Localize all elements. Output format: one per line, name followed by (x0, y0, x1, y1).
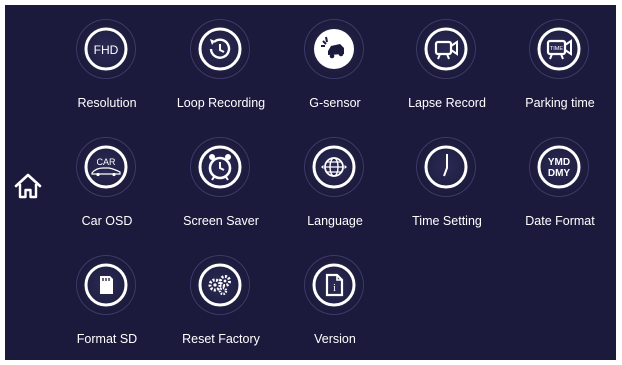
car-icon-text: CAR (96, 157, 116, 167)
menu-item-g-sensor[interactable]: G-sensor (280, 19, 390, 119)
menu-item-label: Reset Factory (182, 332, 260, 346)
language-icon-ring (304, 137, 364, 197)
menu-item-version[interactable]: i Version (280, 255, 390, 355)
car-osd-icon: CAR (84, 145, 128, 189)
reset-factory-icon-ring (190, 255, 250, 315)
menu-item-label: Car OSD (81, 214, 133, 228)
menu-item-lapse-record[interactable]: Lapse Record (392, 19, 502, 119)
g-sensor-car-crash-icon (314, 29, 354, 69)
gears-icon (198, 263, 242, 307)
time-icon-text: TIME (550, 46, 563, 52)
menu-item-label: Screen Saver (183, 214, 259, 228)
version-document-icon: i (312, 263, 356, 307)
clock-icon (424, 145, 468, 189)
ymd-icon-text: YMD (548, 157, 570, 168)
fhd-icon-text: FHD (94, 43, 119, 57)
parking-time-icon-ring: TIME (529, 19, 589, 79)
menu-item-language[interactable]: Language (280, 137, 390, 237)
lapse-record-icon-ring (416, 19, 476, 79)
menu-item-label: Resolution (77, 96, 137, 110)
alarm-clock-icon (198, 145, 242, 189)
date-format-icon: YMD DMY (537, 145, 581, 189)
menu-item-label: Lapse Record (408, 96, 486, 110)
loop-recording-icon (198, 27, 242, 71)
g-sensor-icon-ring (304, 19, 364, 79)
lapse-record-camera-icon (424, 27, 468, 71)
time-setting-icon-ring (416, 137, 476, 197)
format-sd-icon-ring (76, 255, 136, 315)
date-format-icon-ring: YMD DMY (529, 137, 589, 197)
screen-saver-icon-ring (190, 137, 250, 197)
settings-screen: FHD Resolution Loop Recording G-sensor L… (5, 5, 616, 360)
menu-item-reset-factory[interactable]: Reset Factory (166, 255, 276, 355)
menu-item-time-setting[interactable]: Time Setting (392, 137, 502, 237)
menu-item-label: Loop Recording (176, 96, 266, 110)
menu-item-loop-recording[interactable]: Loop Recording (166, 19, 276, 119)
fhd-icon: FHD (84, 27, 128, 71)
menu-item-label: Version (314, 332, 356, 346)
menu-item-label: Date Format (525, 214, 595, 228)
menu-item-label: Format SD (76, 332, 138, 346)
car-osd-icon-ring: CAR (76, 137, 136, 197)
sd-card-icon (84, 263, 128, 307)
home-icon (14, 173, 42, 199)
menu-item-car-osd[interactable]: CAR Car OSD (52, 137, 162, 237)
loop-recording-icon-ring (190, 19, 250, 79)
resolution-icon-ring: FHD (76, 19, 136, 79)
menu-item-label: G-sensor (309, 96, 361, 110)
menu-item-label: Time Setting (412, 214, 482, 228)
menu-item-label: Parking time (525, 96, 595, 110)
home-button[interactable] (13, 171, 43, 201)
menu-item-label: Language (307, 214, 363, 228)
version-icon-ring: i (304, 255, 364, 315)
menu-item-format-sd[interactable]: Format SD (52, 255, 162, 355)
parking-time-camera-icon: TIME (537, 27, 581, 71)
menu-item-screen-saver[interactable]: Screen Saver (166, 137, 276, 237)
globe-icon (312, 145, 356, 189)
dmy-icon-text: DMY (548, 168, 571, 179)
menu-item-date-format[interactable]: YMD DMY Date Format (505, 137, 615, 237)
info-icon-text: i (333, 283, 336, 294)
menu-item-resolution[interactable]: FHD Resolution (52, 19, 162, 119)
menu-item-parking-time[interactable]: TIME Parking time (505, 19, 615, 119)
